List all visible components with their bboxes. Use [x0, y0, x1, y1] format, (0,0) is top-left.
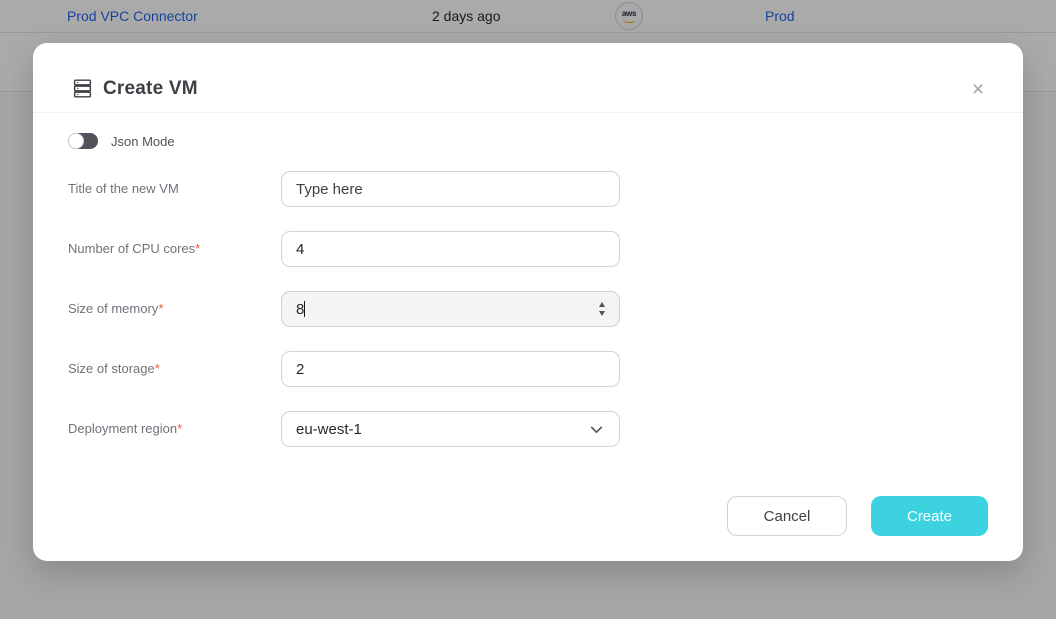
stepper-down-icon[interactable]: [599, 311, 605, 316]
number-stepper[interactable]: [598, 301, 607, 317]
storage-size-input[interactable]: [281, 351, 620, 387]
field-row-title: Title of the new VM: [33, 171, 1023, 207]
json-mode-label: Json Mode: [111, 134, 175, 149]
field-label-storage: Size of storage*: [68, 351, 160, 387]
vm-title-input[interactable]: [281, 171, 620, 207]
memory-size-input[interactable]: [281, 291, 620, 327]
cpu-cores-input[interactable]: [281, 231, 620, 267]
required-asterisk: *: [177, 421, 182, 436]
toggle-track[interactable]: [68, 133, 98, 149]
modal-title: Create VM: [103, 78, 198, 100]
stepper-up-icon[interactable]: [599, 302, 605, 307]
field-label-title: Title of the new VM: [68, 171, 179, 207]
field-label-cpu: Number of CPU cores*: [68, 231, 200, 267]
create-button[interactable]: Create: [871, 496, 988, 536]
field-row-storage: Size of storage*: [33, 351, 1023, 387]
json-mode-toggle[interactable]: Json Mode: [68, 133, 175, 149]
modal-footer: Cancel Create: [727, 496, 988, 536]
create-vm-modal: Create VM × Json Mode Title of the new V…: [33, 43, 1023, 561]
label-text: Number of CPU cores: [68, 241, 195, 256]
field-row-region: Deployment region* eu-west-1: [33, 411, 1023, 447]
toggle-thumb: [68, 133, 84, 149]
label-text: Deployment region: [68, 421, 177, 436]
required-asterisk: *: [155, 361, 160, 376]
region-select-value: eu-west-1: [296, 421, 588, 438]
memory-input-wrap: [281, 291, 620, 327]
label-text: Size of memory: [68, 301, 158, 316]
text-cursor: [304, 301, 305, 317]
modal-header: Create VM: [33, 43, 1023, 113]
field-row-cpu: Number of CPU cores*: [33, 231, 1023, 267]
field-label-memory: Size of memory*: [68, 291, 163, 327]
close-icon[interactable]: ×: [965, 77, 991, 103]
label-text: Title of the new VM: [68, 181, 179, 196]
field-row-memory: Size of memory*: [33, 291, 1023, 327]
required-asterisk: *: [158, 301, 163, 316]
region-select[interactable]: eu-west-1: [281, 411, 620, 447]
server-icon: [72, 78, 93, 99]
required-asterisk: *: [195, 241, 200, 256]
chevron-down-icon: [588, 421, 605, 438]
label-text: Size of storage: [68, 361, 155, 376]
field-label-region: Deployment region*: [68, 411, 182, 447]
cancel-button[interactable]: Cancel: [727, 496, 847, 536]
